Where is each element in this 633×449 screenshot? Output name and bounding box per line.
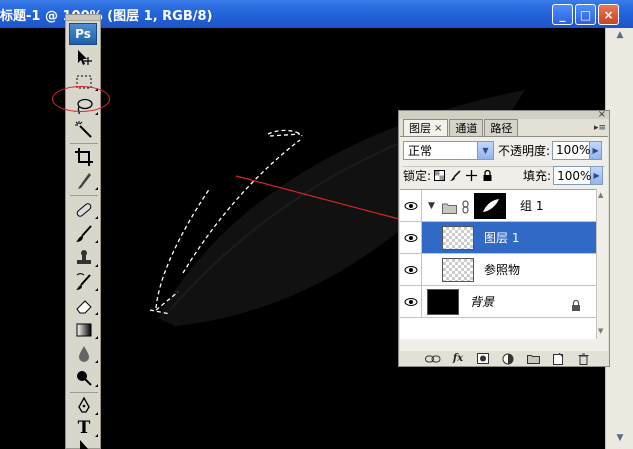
toolbox: Ps T bbox=[65, 14, 101, 449]
photoshop-window: 标题-1 @ 100% (图层 1, RGB/8) _ □ × ▲ ▼ Ps T… bbox=[0, 0, 633, 449]
crop-tool[interactable] bbox=[69, 146, 99, 168]
layer-row-group-1[interactable]: ▼ 组 1 bbox=[400, 190, 596, 222]
new-group-folder-icon[interactable] bbox=[524, 352, 542, 365]
layer-thumbnail bbox=[442, 226, 474, 250]
layer-name: 组 1 bbox=[520, 199, 544, 213]
opacity-label: 不透明度: bbox=[498, 143, 551, 158]
ps-logo[interactable]: Ps bbox=[69, 23, 97, 45]
opacity-input[interactable]: 100% bbox=[552, 140, 590, 160]
lock-label: 锁定: bbox=[403, 169, 432, 183]
tab-layers[interactable]: 图层 × bbox=[403, 119, 449, 136]
lock-transparency-icon[interactable] bbox=[433, 170, 445, 182]
layer-row-background[interactable]: 背景 bbox=[400, 286, 596, 318]
add-mask-icon[interactable] bbox=[474, 352, 492, 365]
toolbox-grip[interactable] bbox=[66, 15, 100, 21]
opacity-slider-arrow[interactable]: ▶ bbox=[590, 140, 603, 160]
layers-panel-body: 正常 ▼ 不透明度: 100% ▶ 锁定: 填充: 100% ▶ ▼ 组 1 图… bbox=[400, 136, 608, 351]
lock-row: 锁定: 填充: 100% ▶ bbox=[403, 166, 605, 185]
layers-panel: × 图层 × 通道 路径 ▸≡ 正常 ▼ 不透明度: 100% ▶ 锁定: 填充… bbox=[398, 109, 610, 367]
eye-icon[interactable] bbox=[403, 294, 419, 310]
panel-tabs: 图层 × 通道 路径 bbox=[403, 119, 519, 137]
minimize-button[interactable]: _ bbox=[552, 4, 573, 25]
fx-effects-icon[interactable]: fx bbox=[449, 352, 467, 365]
layer-name: 图层 1 bbox=[484, 231, 520, 245]
trash-icon[interactable] bbox=[574, 352, 592, 365]
layers-scrollbar[interactable]: ▲ ▼ bbox=[596, 189, 608, 339]
panel-close-icon[interactable]: × bbox=[598, 109, 606, 120]
scroll-up-arrow[interactable]: ▲ bbox=[598, 191, 603, 199]
adjustment-layer-icon[interactable] bbox=[499, 352, 517, 365]
type-icon: T bbox=[77, 418, 91, 438]
clone-stamp-tool[interactable] bbox=[69, 247, 99, 269]
link-layers-icon[interactable] bbox=[424, 352, 442, 365]
brush-icon bbox=[76, 225, 92, 242]
magic-wand-icon bbox=[75, 121, 92, 138]
gradient-icon bbox=[76, 323, 92, 337]
maximize-button[interactable]: □ bbox=[575, 4, 596, 25]
dodge-tool[interactable] bbox=[69, 367, 99, 389]
blur-drop-icon bbox=[79, 346, 89, 362]
layer-name: 背景 bbox=[470, 295, 495, 309]
blur-tool[interactable] bbox=[69, 343, 99, 365]
path-selection-tool[interactable] bbox=[69, 437, 99, 449]
background-thumbnail bbox=[427, 289, 459, 315]
lock-position-move-icon[interactable] bbox=[465, 170, 477, 182]
fill-input[interactable]: 100% bbox=[553, 166, 591, 185]
lock-pixels-brush-icon[interactable] bbox=[449, 170, 461, 182]
lock-all-icon[interactable] bbox=[481, 170, 493, 182]
close-button[interactable]: × bbox=[598, 4, 619, 25]
tab-close-icon[interactable]: × bbox=[434, 123, 442, 134]
layer-thumbnail bbox=[442, 258, 474, 282]
panel-menu-icon[interactable]: ▸≡ bbox=[594, 123, 606, 133]
gradient-tool[interactable] bbox=[69, 319, 99, 341]
layer-row-reference[interactable]: 参照物 bbox=[400, 254, 596, 286]
layer-name: 参照物 bbox=[484, 263, 521, 277]
brush-tool[interactable] bbox=[69, 223, 99, 245]
history-brush-icon bbox=[76, 273, 91, 290]
healing-brush-tool[interactable] bbox=[69, 199, 99, 221]
leaf-mask-icon bbox=[483, 199, 499, 212]
fill-slider-arrow[interactable]: ▶ bbox=[591, 166, 604, 185]
blend-mode-select[interactable]: 正常 ▼ bbox=[403, 140, 494, 160]
eraser-tool[interactable] bbox=[69, 295, 99, 317]
chevron-down-icon[interactable]: ▼ bbox=[477, 141, 493, 159]
eye-icon[interactable] bbox=[403, 262, 419, 278]
crop-icon bbox=[75, 148, 93, 166]
blend-row: 正常 ▼ 不透明度: 100% ▶ bbox=[403, 140, 605, 160]
pen-icon bbox=[78, 396, 90, 413]
eye-icon[interactable] bbox=[403, 230, 419, 246]
group-expand-triangle-icon[interactable]: ▼ bbox=[428, 201, 435, 211]
eye-icon[interactable] bbox=[403, 198, 419, 214]
move-icon bbox=[78, 50, 92, 65]
dodge-icon bbox=[77, 371, 92, 386]
scroll-up-arrow[interactable]: ▲ bbox=[610, 30, 630, 46]
eraser-icon bbox=[76, 300, 92, 314]
panel-title-strip[interactable]: × bbox=[399, 109, 609, 120]
chain-link-icon[interactable] bbox=[462, 199, 470, 218]
scroll-down-arrow[interactable]: ▼ bbox=[610, 433, 630, 449]
pen-tool[interactable] bbox=[69, 395, 99, 417]
fill-label: 填充: bbox=[523, 169, 552, 183]
move-tool[interactable] bbox=[69, 47, 99, 69]
scroll-down-arrow[interactable]: ▼ bbox=[598, 327, 603, 335]
layers-list: ▼ 组 1 图层 1 参照物 背景 bbox=[400, 189, 596, 339]
stamp-icon bbox=[77, 250, 91, 264]
slice-tool[interactable] bbox=[69, 170, 99, 192]
tab-paths[interactable]: 路径 bbox=[484, 119, 519, 136]
lasso-annotation-circle bbox=[52, 86, 110, 112]
tab-channels[interactable]: 通道 bbox=[449, 119, 484, 136]
folder-icon bbox=[442, 199, 457, 218]
window-title: 标题-1 @ 100% (图层 1, RGB/8) bbox=[0, 9, 213, 24]
type-tool[interactable]: T bbox=[69, 417, 99, 439]
history-brush-tool[interactable] bbox=[69, 271, 99, 293]
lock-icon bbox=[571, 296, 581, 315]
magic-wand-tool[interactable] bbox=[69, 119, 99, 141]
new-layer-icon[interactable] bbox=[549, 352, 567, 365]
layer-row-layer-1[interactable]: 图层 1 bbox=[400, 222, 596, 254]
group-mask-thumbnail[interactable] bbox=[474, 193, 506, 219]
bandage-icon bbox=[76, 203, 92, 217]
layers-bottom-bar: fx bbox=[400, 351, 608, 366]
slice-icon bbox=[78, 173, 91, 189]
arrow-select-icon bbox=[80, 440, 89, 449]
